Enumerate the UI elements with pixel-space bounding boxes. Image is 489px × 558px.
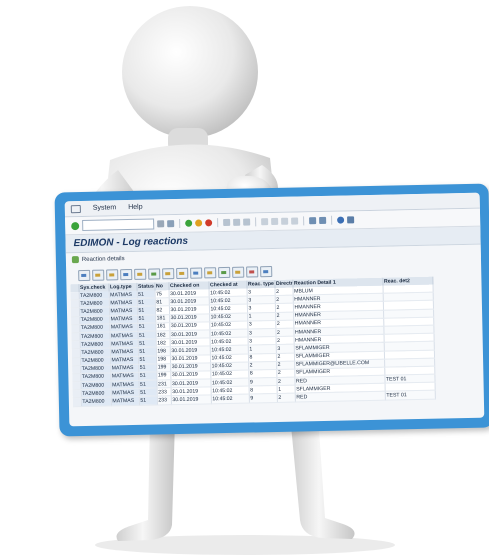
table-cell[interactable]: 9 bbox=[248, 393, 277, 403]
find-next-icon[interactable] bbox=[243, 218, 251, 226]
new-session-icon[interactable] bbox=[309, 217, 317, 225]
layout-icon[interactable] bbox=[347, 216, 355, 224]
table-cell[interactable]: 51 bbox=[138, 396, 157, 405]
toolbar-separator bbox=[217, 218, 219, 228]
save-icon[interactable] bbox=[167, 220, 175, 228]
table-cell[interactable]: 10:45:02 bbox=[210, 394, 249, 404]
row-selector[interactable] bbox=[71, 348, 80, 358]
log-reactions-table: Sys.check Log.type Status No Checked on … bbox=[70, 276, 435, 407]
table-cell[interactable]: 2 bbox=[276, 393, 295, 403]
table-cell[interactable]: 199 bbox=[156, 363, 171, 372]
sum-icon[interactable] bbox=[148, 268, 161, 280]
table-cell[interactable]: 231 bbox=[156, 379, 171, 389]
row-selector[interactable] bbox=[70, 307, 80, 317]
sort-ascending-icon[interactable] bbox=[92, 269, 105, 281]
layout-icon[interactable] bbox=[204, 267, 217, 279]
choose-layout-icon[interactable] bbox=[218, 266, 231, 279]
row-selector[interactable] bbox=[71, 332, 80, 341]
sort-descending-icon[interactable] bbox=[106, 269, 119, 281]
table-cell[interactable]: 199 bbox=[156, 371, 171, 381]
row-selector[interactable] bbox=[72, 373, 81, 382]
table-cell[interactable]: 182 bbox=[155, 330, 170, 340]
enter-icon[interactable] bbox=[71, 221, 80, 230]
sap-screen: System Help EDIMON - Log reactions React… bbox=[64, 192, 485, 427]
export-icon[interactable] bbox=[190, 267, 203, 279]
row-selector[interactable] bbox=[70, 292, 79, 300]
row-selector[interactable] bbox=[71, 316, 80, 325]
select-all-cell[interactable] bbox=[70, 284, 79, 293]
menu-item-help[interactable]: Help bbox=[128, 204, 143, 211]
table-cell[interactable]: 30.01.2019 bbox=[170, 395, 211, 405]
previous-page-icon[interactable] bbox=[271, 217, 279, 226]
table-cell[interactable]: 181 bbox=[155, 314, 170, 323]
reaction-details-icon bbox=[71, 256, 79, 264]
shortcut-icon[interactable] bbox=[319, 216, 327, 225]
menu-item-system[interactable]: System bbox=[93, 204, 116, 211]
row-selector[interactable] bbox=[72, 381, 81, 390]
print-icon[interactable] bbox=[223, 218, 231, 227]
row-selector[interactable] bbox=[72, 365, 81, 374]
window-icon[interactable] bbox=[70, 204, 81, 213]
menu-item-label: System bbox=[92, 204, 117, 212]
next-page-icon[interactable] bbox=[281, 217, 289, 225]
back-icon[interactable] bbox=[185, 219, 193, 227]
reaction-details-button[interactable]: Reaction details bbox=[82, 256, 125, 263]
menu-item-label: Help bbox=[128, 203, 143, 212]
page-title: EDIMON - Log reactions bbox=[73, 235, 189, 250]
row-selector[interactable] bbox=[71, 324, 80, 333]
print-preview-icon[interactable] bbox=[176, 267, 189, 280]
row-selector[interactable] bbox=[71, 357, 81, 366]
help-icon[interactable] bbox=[337, 216, 345, 224]
table-cell[interactable]: TEST 01 bbox=[384, 390, 435, 400]
table-body: TA2M800 MATMAS 51 75 30.01.2019 10:45:02 3 2 MBL… bbox=[70, 284, 435, 407]
toolbar-separator bbox=[179, 218, 181, 228]
toolbar-separator bbox=[303, 216, 305, 226]
subtotal-icon[interactable] bbox=[162, 268, 175, 280]
table-cell[interactable]: 198 bbox=[155, 355, 171, 364]
cancel-icon[interactable] bbox=[205, 219, 213, 227]
row-selector[interactable] bbox=[71, 340, 80, 350]
table-cell[interactable]: 182 bbox=[155, 338, 170, 348]
dropdown-icon[interactable] bbox=[157, 220, 165, 228]
table-cell[interactable]: RED bbox=[294, 391, 385, 402]
row-selector[interactable] bbox=[72, 389, 81, 399]
toolbar-separator bbox=[331, 215, 333, 225]
table-cell[interactable]: 233 bbox=[156, 396, 171, 405]
graphic-icon[interactable] bbox=[246, 266, 259, 278]
filter-icon[interactable] bbox=[134, 268, 147, 280]
first-page-icon[interactable] bbox=[261, 218, 269, 226]
table-cell[interactable]: 181 bbox=[155, 322, 170, 331]
table-cell[interactable]: TA2M800 bbox=[80, 397, 111, 407]
find-icon[interactable] bbox=[233, 218, 241, 226]
details-icon[interactable] bbox=[78, 269, 91, 282]
save-layout-icon[interactable] bbox=[232, 266, 245, 278]
info-icon[interactable] bbox=[260, 266, 273, 278]
table-cell[interactable]: 81 bbox=[154, 297, 169, 307]
toolbar-separator bbox=[255, 217, 257, 227]
exit-icon[interactable] bbox=[195, 219, 203, 227]
presentation-board: System Help EDIMON - Log reactions React… bbox=[54, 183, 489, 437]
figure-head bbox=[122, 6, 258, 138]
row-selector[interactable] bbox=[70, 299, 79, 309]
command-field[interactable] bbox=[82, 218, 155, 231]
table-cell[interactable]: 82 bbox=[154, 306, 170, 315]
table-cell[interactable]: 198 bbox=[155, 347, 170, 356]
find-icon[interactable] bbox=[120, 268, 133, 281]
last-page-icon[interactable] bbox=[291, 217, 299, 225]
row-selector[interactable] bbox=[72, 398, 81, 407]
table-cell[interactable]: MATMAS bbox=[110, 396, 139, 406]
table-cell[interactable]: 233 bbox=[156, 387, 171, 397]
